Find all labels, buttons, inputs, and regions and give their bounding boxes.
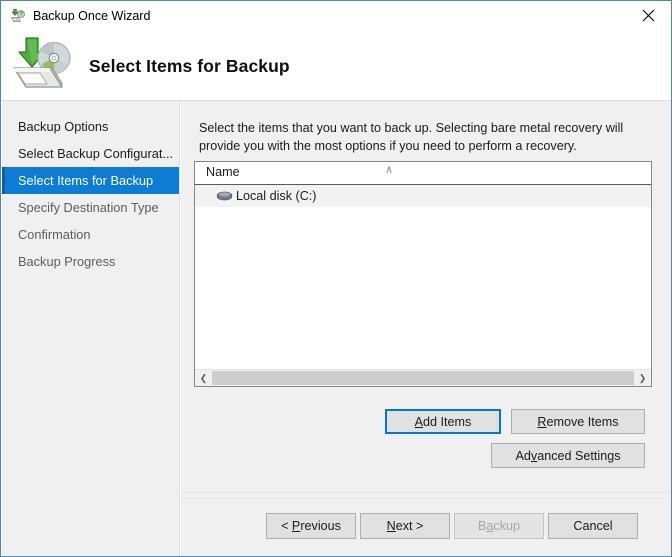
add-items-button-label: Add Items	[415, 415, 472, 429]
list-item-label: Local disk (C:)	[236, 189, 316, 203]
sidebar-item-label: Backup Progress	[18, 254, 115, 269]
wizard-step-sidebar: Backup Options Select Backup Configurat.…	[2, 101, 180, 556]
sidebar-item-label: Confirmation	[18, 227, 91, 242]
scroll-right-icon[interactable]: ❯	[634, 370, 651, 386]
previous-button-label: < Previous	[281, 519, 341, 533]
close-icon[interactable]	[626, 1, 671, 30]
horizontal-scrollbar[interactable]: ❮ ❯	[195, 369, 651, 386]
backup-items-listbox[interactable]: Name ∧ Local disk (C:) ❮	[194, 161, 652, 387]
next-button[interactable]: Next >	[360, 513, 450, 539]
remove-items-button[interactable]: Remove Items	[511, 409, 645, 434]
remove-items-button-label: Remove Items	[537, 415, 618, 429]
list-body: Local disk (C:)	[195, 185, 651, 369]
sidebar-item-specify-destination-type[interactable]: Specify Destination Type	[2, 194, 179, 221]
footer-divider	[181, 492, 672, 493]
add-items-button[interactable]: Add Items	[385, 409, 501, 434]
sidebar-item-confirmation[interactable]: Confirmation	[2, 221, 179, 248]
column-header-name[interactable]: Name	[206, 165, 240, 179]
instructions-text: Select the items that you want to back u…	[199, 119, 654, 155]
page-title: Select Items for Backup	[89, 56, 290, 77]
sidebar-item-select-items-for-backup[interactable]: Select Items for Backup	[2, 167, 179, 194]
sidebar-item-label: Specify Destination Type	[18, 200, 159, 215]
list-column-header: Name ∧	[195, 162, 651, 185]
cancel-button-label: Cancel	[573, 519, 612, 533]
main-content: Select the items that you want to back u…	[181, 101, 671, 556]
backup-disk-icon	[10, 8, 26, 24]
local-disk-icon	[216, 189, 233, 203]
title-bar: Backup Once Wizard	[1, 1, 671, 30]
backup-button: Backup	[454, 513, 544, 539]
sidebar-item-label: Select Items for Backup	[18, 173, 153, 188]
sidebar-item-label: Select Backup Configurat...	[18, 146, 173, 161]
sidebar-item-select-backup-configuration[interactable]: Select Backup Configurat...	[2, 140, 179, 167]
page-header: Select Items for Backup	[1, 30, 671, 101]
backup-button-label: Backup	[478, 519, 520, 533]
advanced-settings-button[interactable]: Advanced Settings	[491, 443, 645, 468]
list-item[interactable]: Local disk (C:)	[195, 185, 651, 207]
sidebar-item-label: Backup Options	[18, 119, 108, 134]
backup-once-wizard-window: Backup Once Wizard	[0, 0, 672, 557]
sort-ascending-icon: ∧	[385, 165, 393, 176]
wizard-footer: < Previous Next > Backup Cancel	[181, 499, 671, 556]
next-button-label: Next >	[387, 519, 424, 533]
window-title: Backup Once Wizard	[33, 9, 150, 23]
scroll-left-icon[interactable]: ❮	[195, 370, 212, 386]
previous-button[interactable]: < Previous	[266, 513, 356, 539]
cancel-button[interactable]: Cancel	[548, 513, 638, 539]
backup-drive-disc-icon	[9, 34, 77, 92]
scrollbar-track[interactable]	[212, 370, 634, 386]
sidebar-item-backup-progress[interactable]: Backup Progress	[2, 248, 179, 275]
sidebar-item-backup-options[interactable]: Backup Options	[2, 113, 179, 140]
advanced-settings-button-label: Advanced Settings	[515, 449, 620, 463]
scrollbar-thumb[interactable]	[212, 371, 634, 385]
